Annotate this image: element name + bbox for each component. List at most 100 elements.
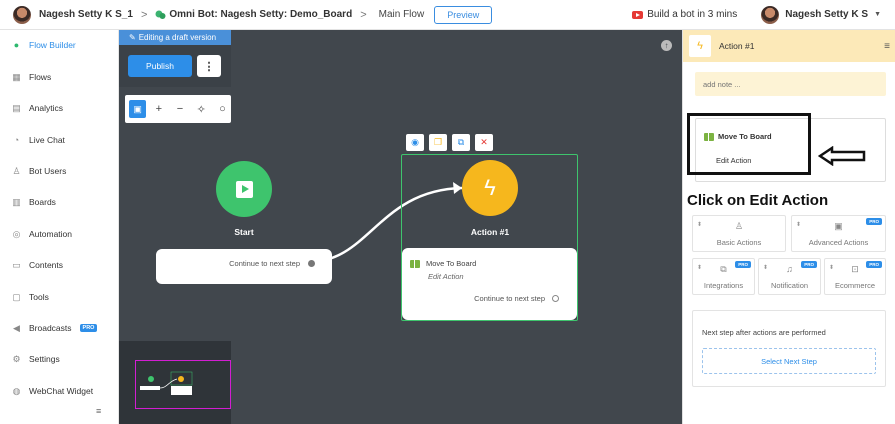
minimap-preview [140,371,193,395]
board-icon: ▥ [12,196,21,207]
breadcrumb-separator: > [360,8,367,21]
action-title: Move To Board [410,259,476,268]
pro-badge: PRO [79,324,98,332]
globe-icon: ◍ [12,385,21,396]
collapse-sidebar-icon[interactable]: ≡ [96,406,101,416]
sidebar-item-label: Boards [29,197,56,207]
board-icon [704,132,714,141]
action-node[interactable]: ϟ [462,160,518,216]
connector-dot[interactable] [552,295,559,302]
continue-label: Continue to next step [474,294,545,303]
flow-canvas[interactable]: ✎ Editing a draft version Publish ⋮ ▣ + … [119,30,682,424]
user-icon: ♙ [734,221,744,231]
move-to-board-card[interactable]: Move To Board Edit Action [687,113,886,182]
start-node-card[interactable]: Continue to next step [156,249,332,284]
board-icon [410,259,420,268]
chart-icon: ▤ [12,102,21,113]
select-next-step-button[interactable]: Select Next Step [702,348,876,374]
move-to-board-label: Move To Board [718,132,772,141]
sidebar-item-analytics[interactable]: ▤ Analytics [12,103,63,113]
sidebar-item-boards[interactable]: ▥ Boards [12,197,56,207]
sidebar-item-label: Flows [29,72,52,82]
workspace-name[interactable]: Nagesh Setty K S_1 [39,9,133,20]
panel-header: ϟ Action #1 ≡ [683,30,895,62]
sidebar-item-label: Flow Builder [29,40,76,50]
category-label: Integrations [703,281,744,290]
sidebar-item-label: Automation [29,229,72,239]
category-label: Basic Actions [716,238,762,247]
sidebar-item-label: Analytics [29,103,64,113]
delete-icon[interactable]: ✕ [475,134,493,151]
sidebar-item-automation[interactable]: ◎ Automation [12,229,72,239]
instruction-text: Click on Edit Action [687,192,829,209]
preview-button[interactable]: Preview [434,5,493,24]
sidebar-item-settings[interactable]: ⚙ Settings [12,354,59,364]
duplicate-icon[interactable]: ⧉ [452,134,470,151]
bot-name[interactable]: Omni Bot: Nagesh Setty: Demo_Board [169,9,352,20]
start-node-label: Start [234,227,254,237]
edit-action-label[interactable]: Edit Action [428,272,464,281]
advanced-icon: ▣ [834,221,843,231]
grid-icon: ▦ [12,71,21,82]
basic-actions-button[interactable]: ⬍ ♙ Basic Actions [692,215,786,252]
sidebar-item-flow-builder[interactable]: ● Flow Builder [12,40,76,50]
category-label: Advanced Actions [808,238,869,247]
flow-name[interactable]: Main Flow [379,9,425,20]
sidebar-item-label: Tools [29,292,49,302]
next-step-section: Next step after actions are performed Se… [692,310,886,387]
bot-icon [155,10,166,20]
note-input[interactable] [695,72,886,96]
continue-label: Continue to next step [229,259,300,268]
youtube-icon [632,10,644,19]
sidebar-item-contents[interactable]: ▭ Contents [12,260,63,270]
preview-node-icon[interactable]: ◉ [406,134,424,151]
sidebar-item-broadcasts[interactable]: ◀ Broadcasts PRO [12,322,98,333]
user-avatar [761,5,780,24]
node-tools: ◉ ❐ ⧉ ✕ [406,134,493,151]
tutorial-label: Build a bot in 3 mins [647,9,738,20]
integrations-button[interactable]: ⬍ PRO ⧉ Integrations [692,258,755,295]
chevron-down-icon: ▼ [874,11,881,18]
top-bar: Nagesh Setty K S_1 > Omni Bot: Nagesh Se… [0,0,895,30]
sidebar: ● Flow Builder ▦ Flows ▤ Analytics ◔ Liv… [0,30,119,424]
copy-icon[interactable]: ❐ [429,134,447,151]
megaphone-icon: ◀ [13,322,20,333]
contents-icon: ▭ [12,259,21,270]
annotation-highlight-box [687,113,811,175]
tutorial-link[interactable]: Build a bot in 3 mins [632,9,737,20]
lightning-icon: ϟ [484,175,496,200]
breadcrumb-separator: > [140,8,148,21]
sidebar-item-live-chat[interactable]: ◔ Live Chat [12,135,65,145]
next-step-label: Next step after actions are performed [702,328,826,337]
edit-action-link[interactable]: Edit Action [716,156,751,165]
move-to-board-title: Move To Board [704,132,772,141]
sidebar-item-webchat-widget[interactable]: ◍ WebChat Widget [12,385,94,396]
tools-icon: ▢ [12,291,21,302]
integrations-icon: ⧉ [720,264,727,274]
user-menu[interactable]: Nagesh Setty K S ▼ [761,5,881,24]
start-node[interactable] [216,161,272,217]
action-node-label: Action #1 [470,227,510,237]
menu-icon[interactable]: ≡ [884,41,890,52]
ecommerce-button[interactable]: ⬍ PRO ⊡ Ecommerce [824,258,886,295]
connector-dot[interactable] [308,260,315,267]
sidebar-item-flows[interactable]: ▦ Flows [12,72,51,82]
notification-button[interactable]: ⬍ PRO ♫ Notification [758,258,821,295]
user-icon: ♙ [12,165,21,176]
sidebar-item-label: WebChat Widget [29,386,94,396]
sidebar-item-label: Live Chat [29,135,65,145]
action-title-label: Move To Board [426,259,477,268]
user-name: Nagesh Setty K S [785,9,869,20]
minimap[interactable] [119,341,231,424]
sidebar-item-tools[interactable]: ▢ Tools [12,292,49,302]
lightning-icon: ϟ [689,35,711,57]
panel-title[interactable]: Action #1 [719,41,754,51]
sidebar-item-label: Contents [29,260,64,270]
action-node-card[interactable]: Move To Board Edit Action Continue to ne… [402,248,577,320]
workspace-avatar[interactable] [13,5,31,24]
sidebar-item-label: Bot Users [29,166,67,176]
advanced-actions-button[interactable]: ⬍ PRO ▣ Advanced Actions [791,215,886,252]
category-label: Ecommerce [834,281,875,290]
sidebar-item-bot-users[interactable]: ♙ Bot Users [12,166,66,176]
bell-icon: ♫ [786,264,793,274]
